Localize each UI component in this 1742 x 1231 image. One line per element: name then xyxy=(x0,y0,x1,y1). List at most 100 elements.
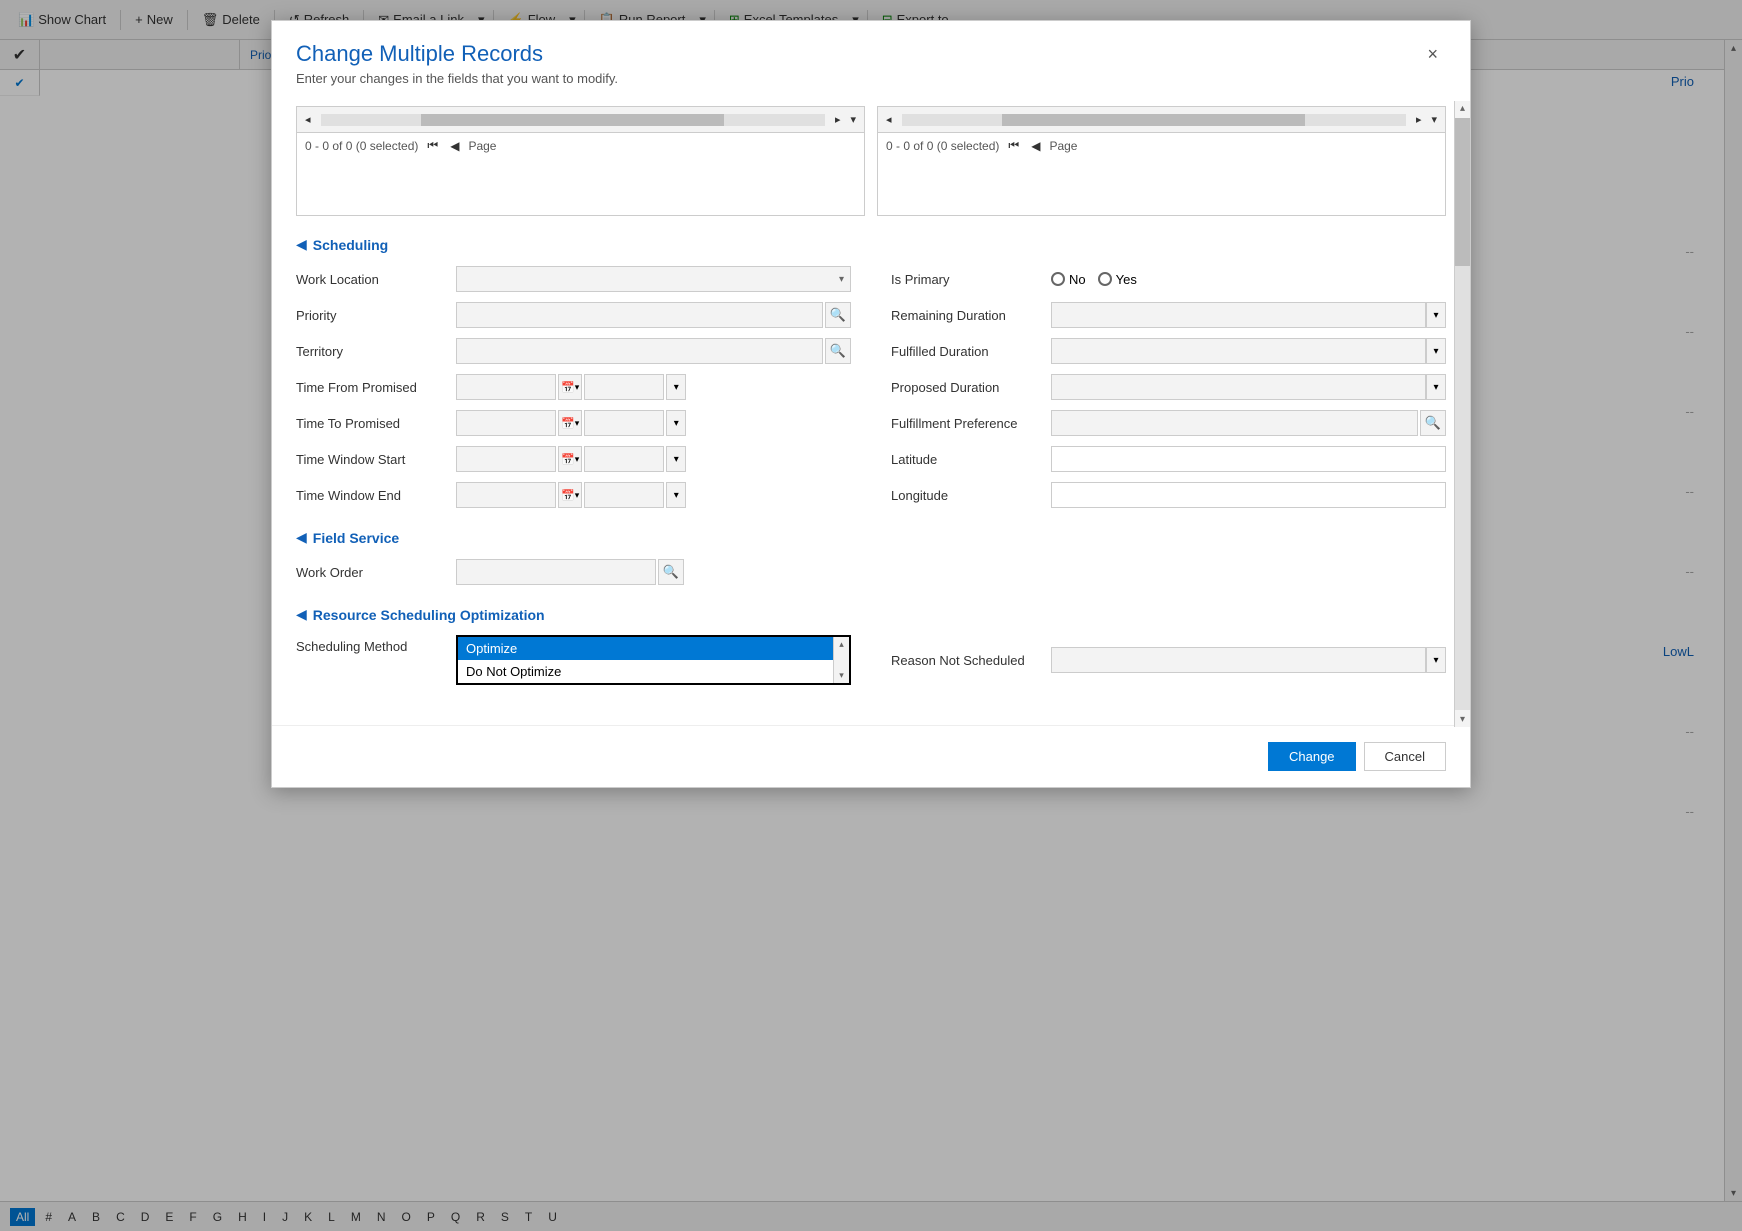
latitude-input[interactable] xyxy=(1051,446,1446,472)
is-primary-radio-group: No Yes xyxy=(1051,272,1446,287)
time-window-end-time-dropdown[interactable]: ▾ xyxy=(666,482,686,508)
change-multiple-records-dialog: Change Multiple Records Enter your chang… xyxy=(271,20,1471,788)
panel1-scroll-track[interactable] xyxy=(321,114,825,126)
time-window-end-label: Time Window End xyxy=(296,488,456,503)
proposed-duration-label: Proposed Duration xyxy=(891,380,1051,395)
select-scroll-down-icon[interactable]: ▾ xyxy=(839,670,844,681)
time-window-end-calendar-button[interactable]: 📅 ▾ xyxy=(558,482,582,508)
resource-scheduling-section: ◀ Resource Scheduling Optimization Sched… xyxy=(296,606,1446,685)
proposed-duration-input[interactable] xyxy=(1051,374,1426,400)
fulfilled-duration-input[interactable] xyxy=(1051,338,1426,364)
proposed-duration-dropdown-button[interactable]: ▾ xyxy=(1426,374,1446,400)
time-to-promised-calendar-button[interactable]: 📅 ▾ xyxy=(558,410,582,436)
work-order-input[interactable] xyxy=(456,559,656,585)
reason-not-scheduled-input[interactable] xyxy=(1051,647,1426,673)
scheduling-method-scrollbar[interactable]: ▴ ▾ xyxy=(833,637,849,683)
list-panel-2: ◂ ▸ ▾ 0 - 0 of 0 (0 selected) ⏮ ◀ Page xyxy=(877,106,1446,216)
modal-title: Change Multiple Records xyxy=(296,41,1419,67)
panel2-scroll-track[interactable] xyxy=(902,114,1406,126)
modal-header: Change Multiple Records Enter your chang… xyxy=(272,21,1470,98)
time-window-end-date-input[interactable] xyxy=(456,482,556,508)
modal-right-scrollbar[interactable]: ▴ ▾ xyxy=(1454,101,1470,727)
field-service-section-title: Field Service xyxy=(313,530,399,546)
panel2-scroll-left[interactable]: ◂ xyxy=(882,111,896,128)
time-window-start-calendar-button[interactable]: 📅 ▾ xyxy=(558,446,582,472)
panel1-scroll-left[interactable]: ◂ xyxy=(301,111,315,128)
time-from-promised-label: Time From Promised xyxy=(296,380,456,395)
calendar-icon-2: 📅 xyxy=(561,417,575,430)
time-from-promised-calendar-button[interactable]: 📅 ▾ xyxy=(558,374,582,400)
time-window-end-time-input[interactable] xyxy=(584,482,664,508)
panel1-status: 0 - 0 of 0 (0 selected) xyxy=(305,139,418,153)
time-from-promised-date-input[interactable] xyxy=(456,374,556,400)
time-window-start-time-input[interactable] xyxy=(584,446,664,472)
scheduling-method-option-optimize[interactable]: Optimize xyxy=(458,637,849,660)
cancel-button[interactable]: Cancel xyxy=(1364,742,1446,771)
latitude-row: Latitude xyxy=(891,445,1446,473)
radio-yes-circle xyxy=(1098,272,1112,286)
longitude-input[interactable] xyxy=(1051,482,1446,508)
resource-scheduling-section-header[interactable]: ◀ Resource Scheduling Optimization xyxy=(296,606,1446,623)
scheduling-method-option-do-not-optimize[interactable]: Do Not Optimize xyxy=(458,660,849,683)
scheduling-section-header[interactable]: ◀ Scheduling xyxy=(296,236,1446,253)
fulfillment-preference-input[interactable] xyxy=(1051,410,1418,436)
territory-row: Territory 🔍 xyxy=(296,337,851,365)
time-to-promised-label: Time To Promised xyxy=(296,416,456,431)
fulfilled-duration-dropdown-button[interactable]: ▾ xyxy=(1426,338,1446,364)
priority-row: Priority 🔍 xyxy=(296,301,851,329)
field-service-section-header[interactable]: ◀ Field Service xyxy=(296,529,1446,546)
time-to-promised-date-input[interactable] xyxy=(456,410,556,436)
reason-not-scheduled-dropdown-button[interactable]: ▾ xyxy=(1426,647,1446,673)
panel2-prev-page[interactable]: ◀ xyxy=(1028,138,1043,154)
work-order-label: Work Order xyxy=(296,565,456,580)
modal-scroll-thumb xyxy=(1455,118,1470,266)
remaining-duration-control: ▾ xyxy=(1051,302,1446,328)
panel1-scroll-right[interactable]: ▸ xyxy=(831,111,845,128)
fulfilled-duration-control: ▾ xyxy=(1051,338,1446,364)
modal-scroll-down-icon[interactable]: ▾ xyxy=(1458,712,1467,727)
select-scroll-up-icon[interactable]: ▴ xyxy=(839,639,844,650)
resource-scheduling-chevron-icon: ◀ xyxy=(296,606,307,623)
proposed-duration-row: Proposed Duration ▾ xyxy=(891,373,1446,401)
work-order-control: 🔍 xyxy=(456,559,851,585)
time-to-promised-time-dropdown[interactable]: ▾ xyxy=(666,410,686,436)
time-from-promised-time-dropdown[interactable]: ▾ xyxy=(666,374,686,400)
panel2-first-page[interactable]: ⏮ xyxy=(1005,137,1022,154)
is-primary-label: Is Primary xyxy=(891,272,1051,287)
time-from-promised-time-input[interactable] xyxy=(584,374,664,400)
is-primary-yes-option[interactable]: Yes xyxy=(1098,272,1137,287)
bottom-spacer xyxy=(296,705,1446,725)
modal-close-button[interactable]: × xyxy=(1419,41,1446,67)
panel1-scroll-down[interactable]: ▾ xyxy=(846,111,860,128)
fulfillment-preference-lookup-button[interactable]: 🔍 xyxy=(1420,410,1446,436)
panel2-scroll-right[interactable]: ▸ xyxy=(1412,111,1426,128)
list-panel-1-toolbar: ◂ ▸ ▾ xyxy=(297,107,864,133)
territory-input[interactable] xyxy=(456,338,823,364)
time-to-promised-time-input[interactable] xyxy=(584,410,664,436)
panel1-first-page[interactable]: ⏮ xyxy=(424,137,441,154)
modal-footer: Change Cancel xyxy=(272,725,1470,787)
priority-input[interactable] xyxy=(456,302,823,328)
list-panel-2-footer: 0 - 0 of 0 (0 selected) ⏮ ◀ Page xyxy=(878,133,1445,158)
remaining-duration-dropdown-button[interactable]: ▾ xyxy=(1426,302,1446,328)
time-window-start-time-dropdown[interactable]: ▾ xyxy=(666,446,686,472)
scheduling-section: ◀ Scheduling Work Location ▾ xyxy=(296,236,1446,509)
radio-no-label: No xyxy=(1069,272,1086,287)
time-window-start-date-input[interactable] xyxy=(456,446,556,472)
panel2-scroll-down[interactable]: ▾ xyxy=(1427,111,1441,128)
is-primary-no-option[interactable]: No xyxy=(1051,272,1086,287)
scheduling-method-select[interactable]: Optimize Do Not Optimize ▴ ▾ xyxy=(456,635,851,685)
remaining-duration-label: Remaining Duration xyxy=(891,308,1051,323)
modal-body: ◂ ▸ ▾ 0 - 0 of 0 (0 selected) ⏮ ◀ Page xyxy=(272,98,1470,725)
panel2-page-label: Page xyxy=(1049,139,1077,153)
panel1-prev-page[interactable]: ◀ xyxy=(447,138,462,154)
time-window-start-row: Time Window Start 📅 ▾ ▾ xyxy=(296,445,851,473)
territory-lookup-icon: 🔍 xyxy=(830,343,846,359)
priority-lookup-button[interactable]: 🔍 xyxy=(825,302,851,328)
work-location-dropdown[interactable]: ▾ xyxy=(456,266,851,292)
work-order-lookup-button[interactable]: 🔍 xyxy=(658,559,684,585)
territory-lookup-button[interactable]: 🔍 xyxy=(825,338,851,364)
modal-scroll-up-icon[interactable]: ▴ xyxy=(1458,101,1467,116)
remaining-duration-input[interactable] xyxy=(1051,302,1426,328)
change-button[interactable]: Change xyxy=(1268,742,1356,771)
